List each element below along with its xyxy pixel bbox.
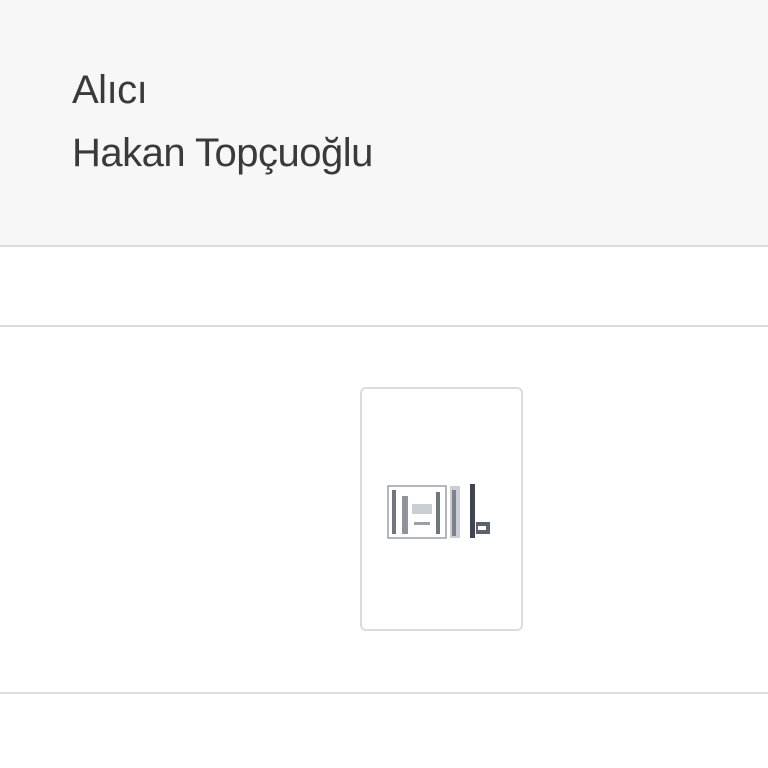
page: Alıcı Hakan Topçuoğlu xyxy=(0,0,768,768)
bottom-area xyxy=(0,694,768,768)
recipient-name: Hakan Topçuoğlu xyxy=(72,131,373,175)
empty-row xyxy=(0,247,768,325)
recipient-panel: Alıcı Hakan Topçuoğlu xyxy=(0,0,768,245)
attachment-thumbnail[interactable] xyxy=(360,387,523,631)
document-thumbnail-icon xyxy=(386,482,502,542)
recipient-label: Alıcı xyxy=(72,68,148,112)
